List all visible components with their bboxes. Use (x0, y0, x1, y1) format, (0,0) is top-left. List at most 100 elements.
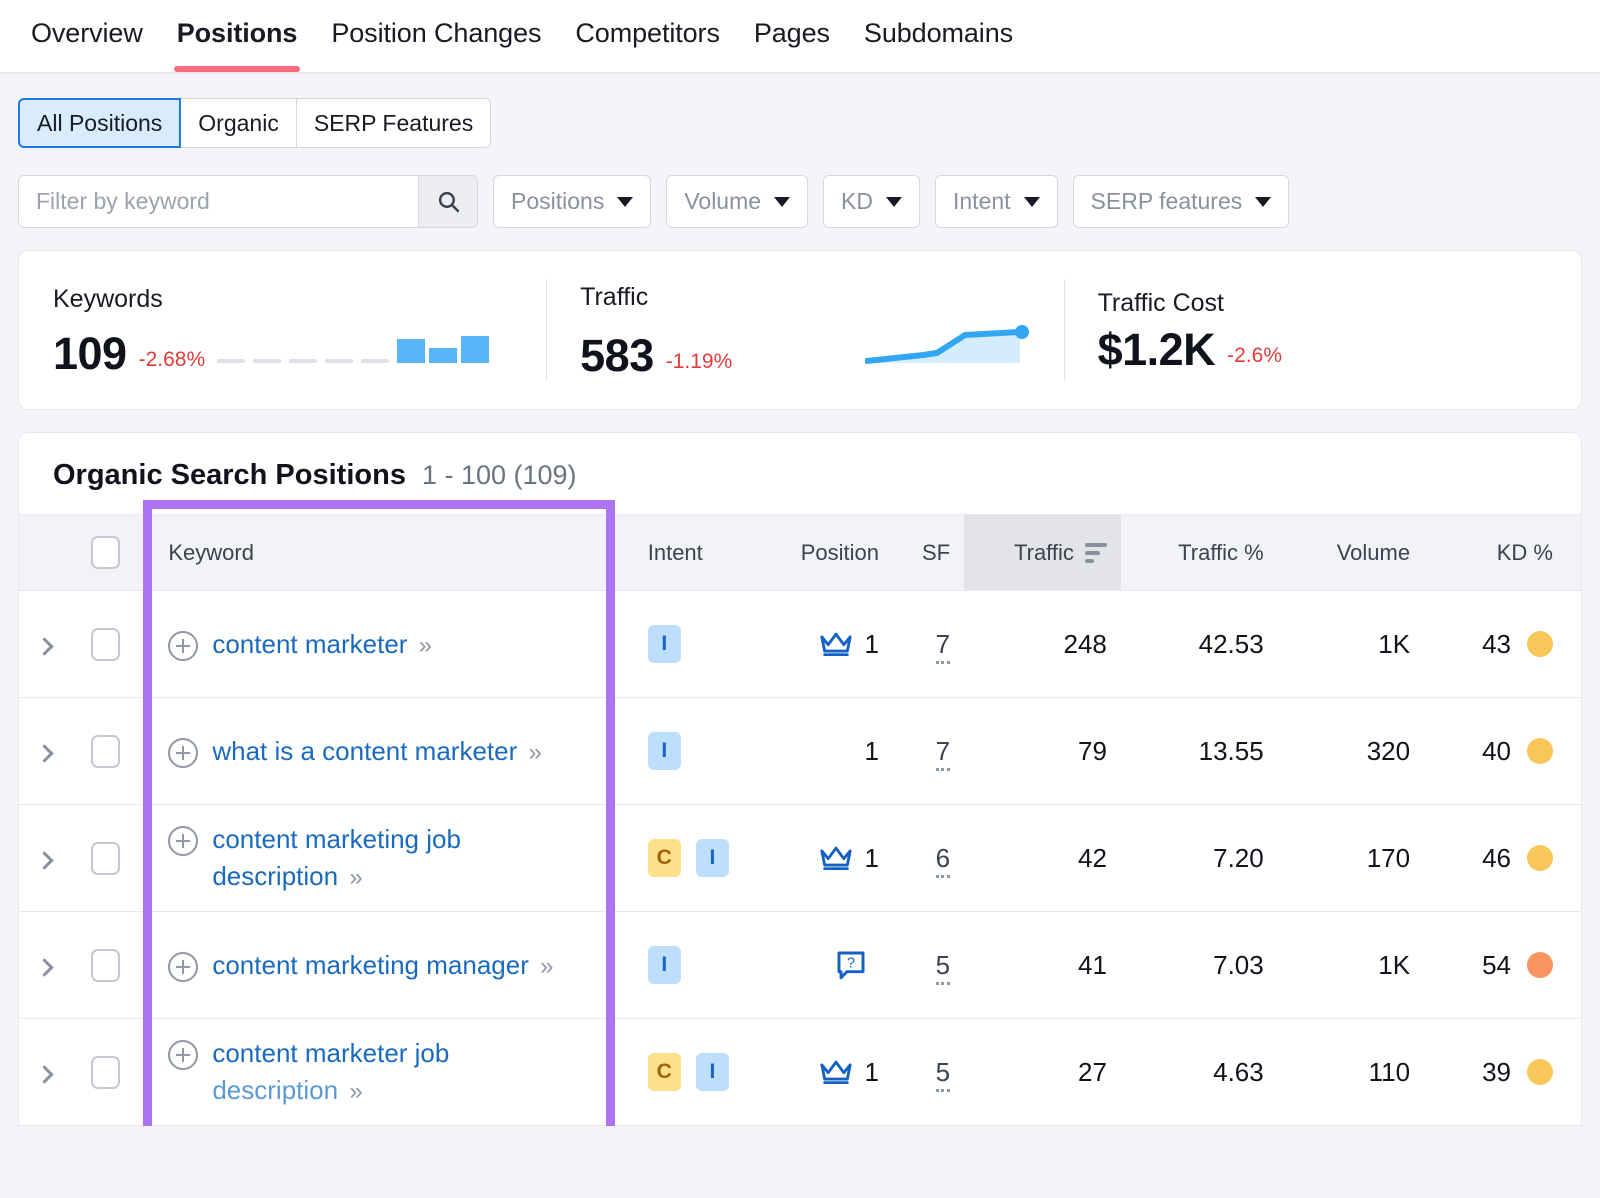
segment-organic[interactable]: Organic (180, 98, 297, 148)
keyword-link[interactable]: content marketing job (212, 824, 461, 854)
segment-all-positions[interactable]: All Positions (18, 98, 181, 148)
th-sf[interactable]: SF (893, 515, 964, 591)
metric-traffic-label: Traffic (580, 283, 1029, 312)
position-cell: ? (757, 912, 893, 1019)
keyword-link[interactable]: content marketer job (212, 1038, 449, 1068)
tab-overview[interactable]: Overview (14, 0, 160, 70)
kd-difficulty-dot (1527, 952, 1553, 978)
filter-volume-label: Volume (684, 188, 761, 215)
keyword-cell: content marketer » (142, 591, 633, 698)
positions-table: Keyword Intent Position SF Traffic Traff… (19, 514, 1581, 1126)
keywords-sparkline-bars (217, 323, 512, 376)
tab-competitors[interactable]: Competitors (558, 0, 736, 70)
table-row: content marketer » I 1 (19, 591, 1581, 698)
th-traffic-label: Traffic (1014, 540, 1074, 566)
row-checkbox[interactable] (91, 628, 120, 661)
keyword-link[interactable]: content marketing manager (212, 950, 529, 980)
metric-traffic: Traffic 583 -1.19% (546, 251, 1063, 409)
row-expand-toggle[interactable] (19, 591, 69, 698)
crown-icon (819, 631, 853, 657)
double-chevron-icon[interactable]: » (345, 864, 359, 891)
keyword-cell: what is a content marketer » (142, 698, 633, 805)
metric-traffic-cost-value: $1.2K (1098, 327, 1216, 372)
chevron-down-icon (1255, 197, 1271, 207)
double-chevron-icon[interactable]: » (536, 953, 550, 980)
keyword-link-line2[interactable]: description (212, 861, 338, 891)
keyword-link-line2[interactable]: description (212, 1075, 338, 1105)
position-value: 1 (865, 736, 879, 767)
panel-title-text: Organic Search Positions (53, 459, 406, 492)
row-checkbox[interactable] (91, 949, 120, 982)
keyword-link[interactable]: content marketer (212, 629, 407, 659)
row-expand-toggle[interactable] (19, 912, 69, 1019)
th-volume[interactable]: Volume (1278, 515, 1424, 591)
filter-kd[interactable]: KD (823, 175, 920, 228)
th-kd[interactable]: KD % (1424, 515, 1581, 591)
th-intent[interactable]: Intent (634, 515, 757, 591)
traffic-sparkline-area (865, 321, 1030, 378)
search-button[interactable] (418, 176, 477, 227)
double-chevron-icon[interactable]: » (415, 632, 429, 659)
intent-badge-informational[interactable]: I (648, 625, 681, 663)
th-position[interactable]: Position (757, 515, 893, 591)
table-row: content marketing manager » I ? (19, 912, 1581, 1019)
intent-badge-informational[interactable]: I (648, 732, 681, 770)
intent-badge-informational[interactable]: I (696, 1053, 729, 1091)
intent-badge-commercial[interactable]: C (648, 839, 681, 877)
row-checkbox[interactable] (91, 1056, 120, 1089)
position-cell: 1 (757, 698, 893, 805)
metric-keywords-value: 109 (53, 331, 127, 376)
row-checkbox[interactable] (91, 842, 120, 875)
segment-serp-features[interactable]: SERP Features (296, 98, 491, 148)
position-value: 1 (865, 629, 879, 660)
intent-badge-commercial[interactable]: C (648, 1053, 681, 1091)
sf-value[interactable]: 7 (936, 629, 950, 664)
question-bubble-icon: ? (835, 949, 867, 981)
th-traffic[interactable]: Traffic (964, 515, 1121, 591)
sf-value[interactable]: 7 (936, 736, 950, 771)
double-chevron-icon[interactable]: » (345, 1078, 359, 1105)
add-keyword-icon[interactable] (168, 826, 198, 856)
th-keyword[interactable]: Keyword (142, 515, 633, 591)
kd-value: 40 (1482, 736, 1511, 767)
metric-traffic-cost: Traffic Cost $1.2K -2.6% (1064, 251, 1581, 409)
keyword-cell: content marketing manager » (142, 912, 633, 1019)
row-checkbox[interactable] (91, 735, 120, 768)
tab-position-changes[interactable]: Position Changes (314, 0, 558, 70)
add-keyword-icon[interactable] (168, 1040, 198, 1070)
row-expand-toggle[interactable] (19, 698, 69, 805)
add-keyword-icon[interactable] (168, 738, 198, 768)
filter-intent[interactable]: Intent (935, 175, 1058, 228)
intent-cell: C I (634, 805, 757, 912)
filter-positions-label: Positions (511, 188, 604, 215)
keyword-link[interactable]: what is a content marketer (212, 736, 517, 766)
kd-cell: 39 (1424, 1019, 1581, 1126)
row-expand-toggle[interactable] (19, 805, 69, 912)
row-expand-toggle[interactable] (19, 1019, 69, 1126)
intent-badge-informational[interactable]: I (696, 839, 729, 877)
filter-positions[interactable]: Positions (493, 175, 651, 228)
th-traffic-pct[interactable]: Traffic % (1121, 515, 1278, 591)
crown-icon (819, 845, 853, 871)
add-keyword-icon[interactable] (168, 631, 198, 661)
organic-positions-panel: Organic Search Positions 1 - 100 (109) K… (18, 432, 1582, 1126)
tab-positions[interactable]: Positions (160, 0, 315, 70)
double-chevron-icon[interactable]: » (525, 739, 539, 766)
add-keyword-icon[interactable] (168, 952, 198, 982)
tab-pages[interactable]: Pages (737, 0, 847, 70)
sf-value[interactable]: 5 (936, 1057, 950, 1092)
row-checkbox-cell (69, 912, 142, 1019)
select-all-checkbox[interactable] (91, 536, 120, 569)
search-input[interactable] (19, 176, 418, 227)
table-header-row: Keyword Intent Position SF Traffic Traff… (19, 515, 1581, 591)
sf-value[interactable]: 5 (936, 950, 950, 985)
svg-text:?: ? (847, 956, 855, 972)
tab-subdomains[interactable]: Subdomains (847, 0, 1030, 70)
kd-cell: 54 (1424, 912, 1581, 1019)
traffic-cell: 27 (964, 1019, 1121, 1126)
row-checkbox-cell (69, 591, 142, 698)
filter-serp-features[interactable]: SERP features (1073, 175, 1290, 228)
sf-value[interactable]: 6 (936, 843, 950, 878)
filter-volume[interactable]: Volume (666, 175, 808, 228)
intent-badge-informational[interactable]: I (648, 946, 681, 984)
